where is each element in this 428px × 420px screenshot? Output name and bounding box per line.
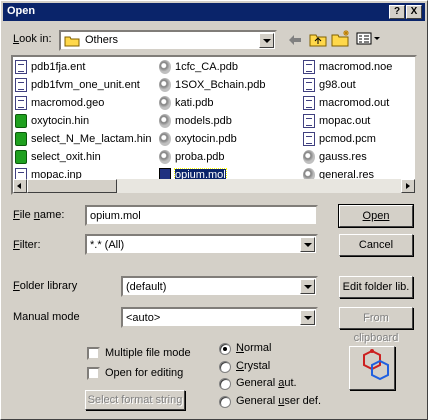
scrollbar-thumb[interactable]: [27, 179, 117, 193]
folder-icon: [64, 36, 80, 47]
document-icon: [15, 60, 27, 75]
list-item[interactable]: pdb1fvm_one_unit.ent: [15, 77, 140, 93]
list-item[interactable]: macromod.noe: [303, 59, 392, 75]
hin-file-icon: [15, 132, 27, 147]
folder-library-select[interactable]: (default): [121, 276, 318, 297]
open-for-editing-label: Open for editing: [105, 367, 184, 379]
list-item[interactable]: pdb1fja.ent: [15, 59, 85, 75]
normal-radio-label: Normal: [236, 342, 272, 354]
file-list[interactable]: pdb1fja.ent pdb1fvm_one_unit.ent macromo…: [11, 55, 417, 195]
crystal-radio-label: Crystal: [236, 360, 271, 372]
help-button[interactable]: ?: [389, 5, 405, 19]
horizontal-scrollbar[interactable]: [13, 179, 415, 193]
open-button[interactable]: Open: [338, 204, 414, 228]
filter-label: Filter:: [13, 239, 41, 251]
look-in-value: Others: [85, 34, 119, 46]
open-dialog: Open ? X Look in: Others pdb1fja.ent pdb…: [0, 0, 428, 420]
hin-file-icon: [15, 114, 27, 129]
cancel-button[interactable]: Cancel: [339, 234, 413, 256]
chevron-down-icon[interactable]: [300, 310, 315, 325]
list-item[interactable]: oxytocin.pdb: [159, 131, 237, 147]
file-name-value: opium.mol: [90, 210, 141, 222]
multiple-file-mode-label: Multiple file mode: [105, 347, 191, 359]
molecule-icon: [159, 96, 171, 111]
molecule-preview-button[interactable]: [349, 346, 395, 390]
scroll-left-button[interactable]: [13, 179, 27, 193]
document-icon: [303, 132, 315, 147]
manual-mode-label: Manual mode: [13, 311, 80, 323]
title-bar[interactable]: Open ? X: [3, 3, 425, 21]
normal-radio[interactable]: [219, 343, 231, 355]
document-icon: [15, 78, 27, 93]
list-item[interactable]: 1SOX_Bchain.pdb: [159, 77, 266, 93]
list-item[interactable]: macromod.out: [303, 95, 389, 111]
filter-select[interactable]: *.* (All): [85, 234, 318, 255]
multiple-file-mode-checkbox[interactable]: [87, 347, 100, 360]
general-aut-radio-label: General aut.: [236, 377, 297, 389]
select-format-string-button[interactable]: Select format string: [85, 390, 185, 410]
manual-mode-select[interactable]: <auto>: [121, 307, 318, 328]
manual-mode-value: <auto>: [126, 312, 161, 324]
document-icon: [303, 114, 315, 129]
window-title: Open: [7, 5, 36, 17]
general-aut-radio[interactable]: [219, 378, 231, 390]
chevron-down-icon[interactable]: [300, 279, 315, 294]
arrow-left-icon: [17, 183, 21, 189]
arrow-right-icon: [406, 183, 410, 189]
document-icon: [303, 60, 315, 75]
molecule-icon: [159, 150, 171, 165]
close-button[interactable]: X: [406, 5, 422, 19]
file-name-input[interactable]: opium.mol: [85, 205, 318, 226]
from-clipboard-button[interactable]: From clipboard: [339, 307, 413, 344]
crystal-radio[interactable]: [219, 361, 231, 373]
molecule-icon: [159, 60, 171, 75]
document-icon: [303, 96, 315, 111]
list-item[interactable]: mopac.out: [303, 113, 370, 129]
look-in-combo[interactable]: Others: [59, 30, 277, 51]
filter-value: *.* (All): [90, 239, 125, 251]
back-arrow-icon[interactable]: [287, 33, 303, 47]
folder-library-label: Folder library: [13, 280, 78, 292]
list-item[interactable]: proba.pdb: [159, 149, 225, 165]
list-item[interactable]: macromod.geo: [15, 95, 104, 111]
list-item[interactable]: kati.pdb: [159, 95, 214, 111]
general-user-def-radio[interactable]: [219, 396, 231, 408]
document-icon: [15, 96, 27, 111]
scroll-right-button[interactable]: [401, 179, 415, 193]
folder-library-value: (default): [126, 281, 167, 293]
list-item[interactable]: select_N_Me_lactam.hin: [15, 131, 151, 147]
molecule-icon: [159, 78, 171, 93]
chevron-down-icon[interactable]: [300, 237, 315, 252]
up-folder-icon[interactable]: [309, 31, 327, 47]
molecule-icon: [159, 132, 171, 147]
molecule-icon: [303, 150, 315, 165]
list-item[interactable]: gauss.res: [303, 149, 367, 165]
list-item[interactable]: models.pdb: [159, 113, 232, 129]
list-item[interactable]: pcmod.pcm: [303, 131, 376, 147]
list-item[interactable]: oxytocin.hin: [15, 113, 89, 129]
list-item[interactable]: g98.out: [303, 77, 356, 93]
file-name-label: File name:: [13, 209, 65, 221]
chevron-down-icon[interactable]: [259, 33, 274, 48]
molecule-icon: [159, 114, 171, 129]
edit-folder-lib-button[interactable]: Edit folder lib.: [339, 276, 413, 298]
look-in-label: Look in:: [13, 33, 52, 45]
document-icon: [303, 78, 315, 93]
new-folder-icon[interactable]: [331, 29, 351, 47]
list-item[interactable]: select_oxit.hin: [15, 149, 101, 165]
list-item[interactable]: 1cfc_CA.pdb: [159, 59, 238, 75]
view-menu-icon[interactable]: [356, 32, 382, 46]
molecule-icon: [363, 349, 389, 381]
hin-file-icon: [15, 150, 27, 165]
open-for-editing-checkbox[interactable]: [87, 367, 100, 380]
general-user-def-radio-label: General user def.: [236, 395, 322, 407]
